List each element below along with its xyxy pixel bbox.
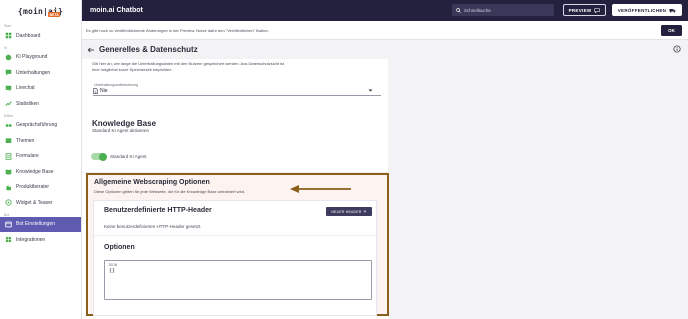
sidebar-item-statistiken[interactable]: Statistiken <box>0 96 81 112</box>
json-label: JSON <box>108 263 118 267</box>
http-header-title: Benutzerdefinierte HTTP-Header <box>104 207 212 214</box>
sidebar-item-dashboard[interactable]: Dashboard <box>0 28 81 44</box>
page-title: Generelles & Datenschutz <box>99 45 198 54</box>
preview-button-label: PREVIEW <box>568 7 592 13</box>
search-input[interactable]: Schnellsuche <box>452 4 554 16</box>
chevron-down-icon <box>368 89 373 92</box>
logo[interactable]: {moin|ai} BETA <box>0 0 81 22</box>
sidebar-item-ki-playground[interactable]: KI Playground <box>0 50 81 66</box>
page-header: Generelles & Datenschutz <box>82 40 688 59</box>
document-icon <box>93 87 98 94</box>
sidebar-item-integrationen[interactable]: Integrationen <box>0 232 81 248</box>
sidebar-item-label: Widget & Teaser <box>16 199 53 206</box>
statistics-icon <box>5 100 12 107</box>
new-header-label: NEUER HEADER <box>331 209 362 214</box>
sidebar-item-label: Livechat <box>16 85 35 92</box>
options-title: Optionen <box>104 244 135 251</box>
truck-icon <box>669 8 676 13</box>
sidebar-item-unterhaltungen[interactable]: Unterhaltungen <box>0 65 81 81</box>
conversations-icon <box>5 69 12 76</box>
retention-select-value: Nie <box>100 87 108 94</box>
bot-settings-icon <box>5 221 12 228</box>
topbar: moin.ai Chatbot Schnellsuche PREVIEW VER… <box>82 0 688 21</box>
knowledge-icon <box>5 168 12 175</box>
dialog-icon <box>5 122 12 129</box>
annotation-arrow-icon <box>290 185 351 193</box>
retention-description: Gib hier an, wie lange die Unterhaltungs… <box>92 61 285 72</box>
ok-button[interactable]: OK <box>661 25 682 36</box>
search-icon <box>456 7 461 13</box>
plus-icon: + <box>363 208 367 215</box>
notice-bar: Es gibt noch zu veröffentlichende Änderu… <box>82 21 688 40</box>
app-root: {moin|ai} BETA Start Dashboard KI KI Pla… <box>0 0 688 319</box>
sidebar-item-knowledge-base[interactable]: Knowledge Base <box>0 164 81 180</box>
new-header-button[interactable]: NEUER HEADER + <box>326 207 372 216</box>
sidebar-item-label: Gesprächsführung <box>16 122 58 129</box>
sidebar-item-label: Integrationen <box>16 236 46 243</box>
webscraping-title: Allgemeine Webscraping Optionen <box>94 179 210 186</box>
sidebar-item-label: KI Playground <box>16 54 48 61</box>
sidebar-item-label: Themen <box>16 137 35 144</box>
webscraping-section: Allgemeine Webscraping Optionen Diese Op… <box>86 173 389 316</box>
info-icon[interactable] <box>673 45 681 53</box>
back-arrow-icon[interactable] <box>87 47 95 53</box>
sidebar-item-gespraechsfuehrung[interactable]: Gesprächsführung <box>0 118 81 134</box>
integrations-icon <box>5 236 12 243</box>
webscraping-card: Benutzerdefinierte HTTP-Header NEUER HEA… <box>93 200 378 316</box>
webscraping-subtitle: Diese Optionen gelten für jede Webseite,… <box>94 189 246 194</box>
divider <box>94 235 378 236</box>
sidebar-item-bot-einstellungen[interactable]: Bot Einstellungen <box>0 216 81 232</box>
sidebar-item-label: Bot Einstellungen <box>16 221 55 228</box>
json-options-field[interactable]: JSON {} <box>104 260 372 300</box>
http-header-empty: Keine benutzerdefinierten HTTP-Header ge… <box>104 224 202 229</box>
widget-icon <box>5 199 12 206</box>
publish-button[interactable]: VERÖFFENTLICHEN <box>612 4 682 16</box>
sidebar-item-livechat[interactable]: Livechat <box>0 81 81 97</box>
sidebar-item-themen[interactable]: Themen <box>0 133 81 149</box>
preview-button[interactable]: PREVIEW <box>563 4 606 16</box>
app-title: moin.ai Chatbot <box>90 7 143 14</box>
sidebar: {moin|ai} BETA Start Dashboard KI KI Pla… <box>0 0 82 319</box>
sidebar-item-label: Statistiken <box>16 100 40 107</box>
search-placeholder: Schnellsuche <box>464 7 491 13</box>
json-value: {} <box>109 268 116 274</box>
ai-playground-icon <box>5 54 12 61</box>
livechat-icon <box>5 85 12 92</box>
knowledge-base-subtitle: Standard KI Agent aktivieren <box>92 128 150 133</box>
sidebar-item-label: Produktberater <box>16 184 50 191</box>
retention-select[interactable]: Nie <box>93 86 381 96</box>
sidebar-item-produktberater[interactable]: Produktberater <box>0 180 81 196</box>
topics-icon <box>5 137 12 144</box>
standard-agent-toggle[interactable] <box>91 152 107 161</box>
chat-icon <box>594 7 601 13</box>
sidebar-item-label: Dashboard <box>16 32 41 39</box>
toggle-label: Standard KI Agent <box>110 154 147 159</box>
sidebar-item-label: Knowledge Base <box>16 168 54 175</box>
notice-text: Es gibt noch zu veröffentlichende Änderu… <box>86 27 269 33</box>
sidebar-item-formulare[interactable]: Formulare <box>0 149 81 165</box>
dashboard-icon <box>5 32 12 39</box>
product-advisor-icon <box>5 184 12 191</box>
sidebar-item-widget-teaser[interactable]: Widget & Teaser <box>0 195 81 211</box>
sidebar-item-label: Formulare <box>16 153 39 160</box>
sidebar-item-label: Unterhaltungen <box>16 69 51 76</box>
forms-icon <box>5 153 12 160</box>
knowledge-base-title: Knowledge Base <box>92 119 157 128</box>
logo-badge: BETA <box>48 12 61 17</box>
publish-button-label: VERÖFFENTLICHEN <box>617 7 667 13</box>
